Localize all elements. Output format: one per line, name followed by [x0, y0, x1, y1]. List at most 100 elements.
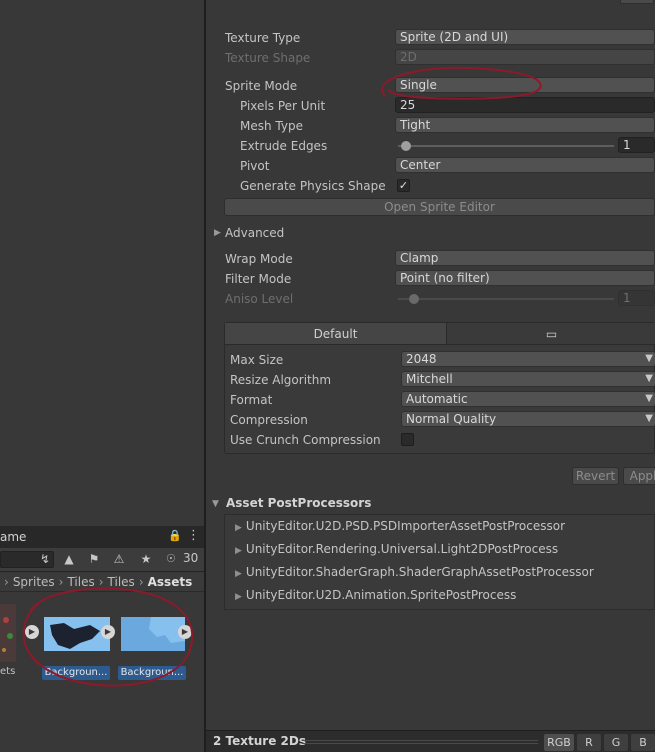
lock-icon[interactable]: 🔒 — [168, 529, 182, 542]
aniso-level-input: 1 — [618, 290, 655, 306]
open-sprite-editor-button[interactable]: Open Sprite Editor — [224, 198, 655, 216]
generate-physics-shape-label: Generate Physics Shape — [240, 179, 386, 193]
asset-thumbnail-background-1[interactable] — [44, 617, 110, 651]
channel-r-button[interactable]: R — [577, 734, 601, 751]
postprocessor-name: UnityEditor.U2D.Animation.SpritePostProc… — [245, 588, 517, 602]
aniso-level-label: Aniso Level — [225, 292, 294, 306]
play-icon[interactable]: ▶ — [25, 625, 39, 639]
postprocessor-item[interactable]: ▶ UnityEditor.Rendering.Universal.Light2D… — [235, 539, 558, 559]
resize-algorithm-label: Resize Algorithm — [230, 373, 332, 387]
chevron-right-icon: ▶ — [235, 546, 242, 556]
header-button[interactable] — [620, 0, 654, 4]
format-label: Format — [230, 393, 273, 407]
pixels-per-unit-label: Pixels Per Unit — [240, 99, 326, 113]
texture-type-label: Texture Type — [225, 31, 301, 45]
use-crunch-compression-checkbox[interactable] — [401, 433, 414, 446]
advanced-foldout[interactable]: Advanced — [225, 226, 284, 240]
postprocessor-item[interactable]: ▶ UnityEditor.U2D.PSD.PSDImporterAssetPos… — [235, 516, 565, 536]
extrude-edges-slider-track[interactable] — [398, 145, 614, 147]
generate-physics-shape-checkbox[interactable]: ✓ — [397, 179, 410, 192]
sprite-mode-dropdown[interactable]: Single — [395, 77, 655, 93]
favorites-star-icon[interactable]: ★ — [137, 551, 155, 568]
channel-b-button[interactable]: B — [631, 734, 655, 751]
project-panel-header: ame 🔒 ⋮ — [0, 526, 204, 548]
revert-button[interactable]: Revert — [572, 467, 619, 485]
filter-by-type-icon[interactable]: ▲ — [60, 551, 78, 568]
tab-standalone[interactable]: ▭ — [447, 323, 655, 345]
asset-label-selected[interactable]: Backgroun... — [118, 666, 186, 680]
platform-settings-box: Default ▭ Max Size 2048 ▼ Resize Algorith… — [224, 322, 655, 454]
visibility-count: 30 — [183, 551, 199, 565]
checkmark-icon: ✓ — [398, 179, 409, 192]
mesh-type-dropdown[interactable]: Tight — [395, 117, 655, 133]
breadcrumb-item[interactable]: Sprites — [13, 575, 55, 589]
preview-status-bar: 2 Texture 2Ds RGB R G B — [206, 730, 655, 752]
chevron-right-icon: › — [138, 575, 144, 589]
visibility-eye-icon[interactable]: ☉ — [166, 552, 176, 565]
pivot-dropdown[interactable]: Center — [395, 157, 655, 173]
chevron-right-icon[interactable]: ▶ — [214, 228, 221, 238]
resize-algorithm-dropdown[interactable]: Mitchell ▼ — [401, 371, 655, 387]
extrude-edges-label: Extrude Edges — [240, 139, 328, 153]
asset-postprocessors-list: ▶ UnityEditor.U2D.PSD.PSDImporterAssetPos… — [224, 514, 655, 610]
max-size-dropdown[interactable]: 2048 ▼ — [401, 351, 655, 367]
compression-value: Normal Quality — [406, 412, 497, 426]
postprocessor-name: UnityEditor.Rendering.Universal.Light2DP… — [245, 542, 559, 556]
texture-type-dropdown[interactable]: Sprite (2D and UI) — [395, 29, 655, 45]
extrude-edges-slider-knob[interactable] — [401, 141, 411, 151]
pivot-label: Pivot — [240, 159, 270, 173]
dropdown-arrow-icon: ▼ — [645, 413, 653, 424]
project-toolbar: ↯ ▲ ⚑ ⚠ ★ ☉ 30 — [0, 548, 204, 572]
tile-palette-icon — [0, 604, 16, 662]
texture-shape-label: Texture Shape — [225, 51, 311, 65]
tab-default[interactable]: Default — [225, 323, 447, 345]
channel-rgb-button[interactable]: RGB — [544, 734, 574, 751]
asset-postprocessors-title[interactable]: Asset PostProcessors — [226, 496, 371, 510]
postprocessor-item[interactable]: ▶ UnityEditor.U2D.Animation.SpritePostPro… — [235, 585, 516, 605]
wrap-mode-dropdown[interactable]: Clamp — [395, 250, 655, 266]
dropdown-arrow-icon: ▼ — [645, 353, 653, 364]
format-dropdown[interactable]: Automatic ▼ — [401, 391, 655, 407]
asset-thumbnail-background-2[interactable] — [121, 617, 185, 651]
asset-label: ets — [0, 666, 16, 677]
breadcrumb-item-current[interactable]: Assets — [148, 575, 193, 589]
breadcrumb: › Sprites › Tiles › Tiles › Assets — [0, 572, 204, 592]
preview-drag-handle[interactable] — [302, 740, 538, 744]
monitor-icon: ▭ — [545, 327, 558, 341]
format-value: Automatic — [406, 392, 468, 406]
pixels-per-unit-input[interactable]: 25 — [395, 97, 655, 113]
dropdown-arrow-icon: ▼ — [645, 373, 653, 384]
apply-button[interactable]: Appl — [623, 467, 655, 485]
chevron-right-icon: › — [4, 575, 9, 589]
aniso-level-slider-knob — [409, 294, 419, 304]
postprocessor-name: UnityEditor.U2D.PSD.PSDImporterAssetPost… — [245, 519, 565, 533]
compression-dropdown[interactable]: Normal Quality ▼ — [401, 411, 655, 427]
project-panel: ame 🔒 ⋮ ↯ ▲ ⚑ ⚠ ★ ☉ 30 › Sprites › Tiles › Ti… — [0, 526, 204, 752]
more-menu-icon[interactable]: ⋮ — [187, 528, 200, 543]
warning-icon[interactable]: ⚠ — [110, 551, 128, 568]
dropdown-arrow-icon: ▼ — [645, 393, 653, 404]
chevron-right-icon: ▶ — [235, 523, 242, 533]
breadcrumb-item[interactable]: Tiles — [67, 575, 94, 589]
extrude-edges-input[interactable]: 1 — [618, 137, 655, 153]
chevron-right-icon: › — [58, 575, 64, 589]
resize-algorithm-value: Mitchell — [406, 372, 453, 386]
play-icon[interactable]: ▶ — [178, 625, 192, 639]
postprocessor-item[interactable]: ▶ UnityEditor.ShaderGraph.ShaderGraphAsse… — [235, 562, 594, 582]
mesh-type-label: Mesh Type — [240, 119, 303, 133]
search-by-type-icon[interactable]: ↯ — [36, 551, 54, 568]
filter-mode-label: Filter Mode — [225, 272, 292, 286]
filter-mode-dropdown[interactable]: Point (no filter) — [395, 270, 655, 286]
asset-label-selected[interactable]: Backgroun... — [42, 666, 110, 680]
asset-thumbnail-cropped[interactable] — [0, 600, 18, 666]
compression-label: Compression — [230, 413, 308, 427]
chevron-down-icon[interactable]: ▼ — [212, 499, 219, 509]
channel-g-button[interactable]: G — [604, 734, 628, 751]
texture-shape-dropdown: 2D — [395, 49, 655, 65]
sprite-preview — [44, 617, 110, 651]
filter-by-label-icon[interactable]: ⚑ — [85, 551, 103, 568]
breadcrumb-item[interactable]: Tiles — [108, 575, 135, 589]
chevron-right-icon: ▶ — [235, 592, 242, 602]
play-icon[interactable]: ▶ — [101, 625, 115, 639]
aniso-level-slider-track — [398, 298, 614, 300]
